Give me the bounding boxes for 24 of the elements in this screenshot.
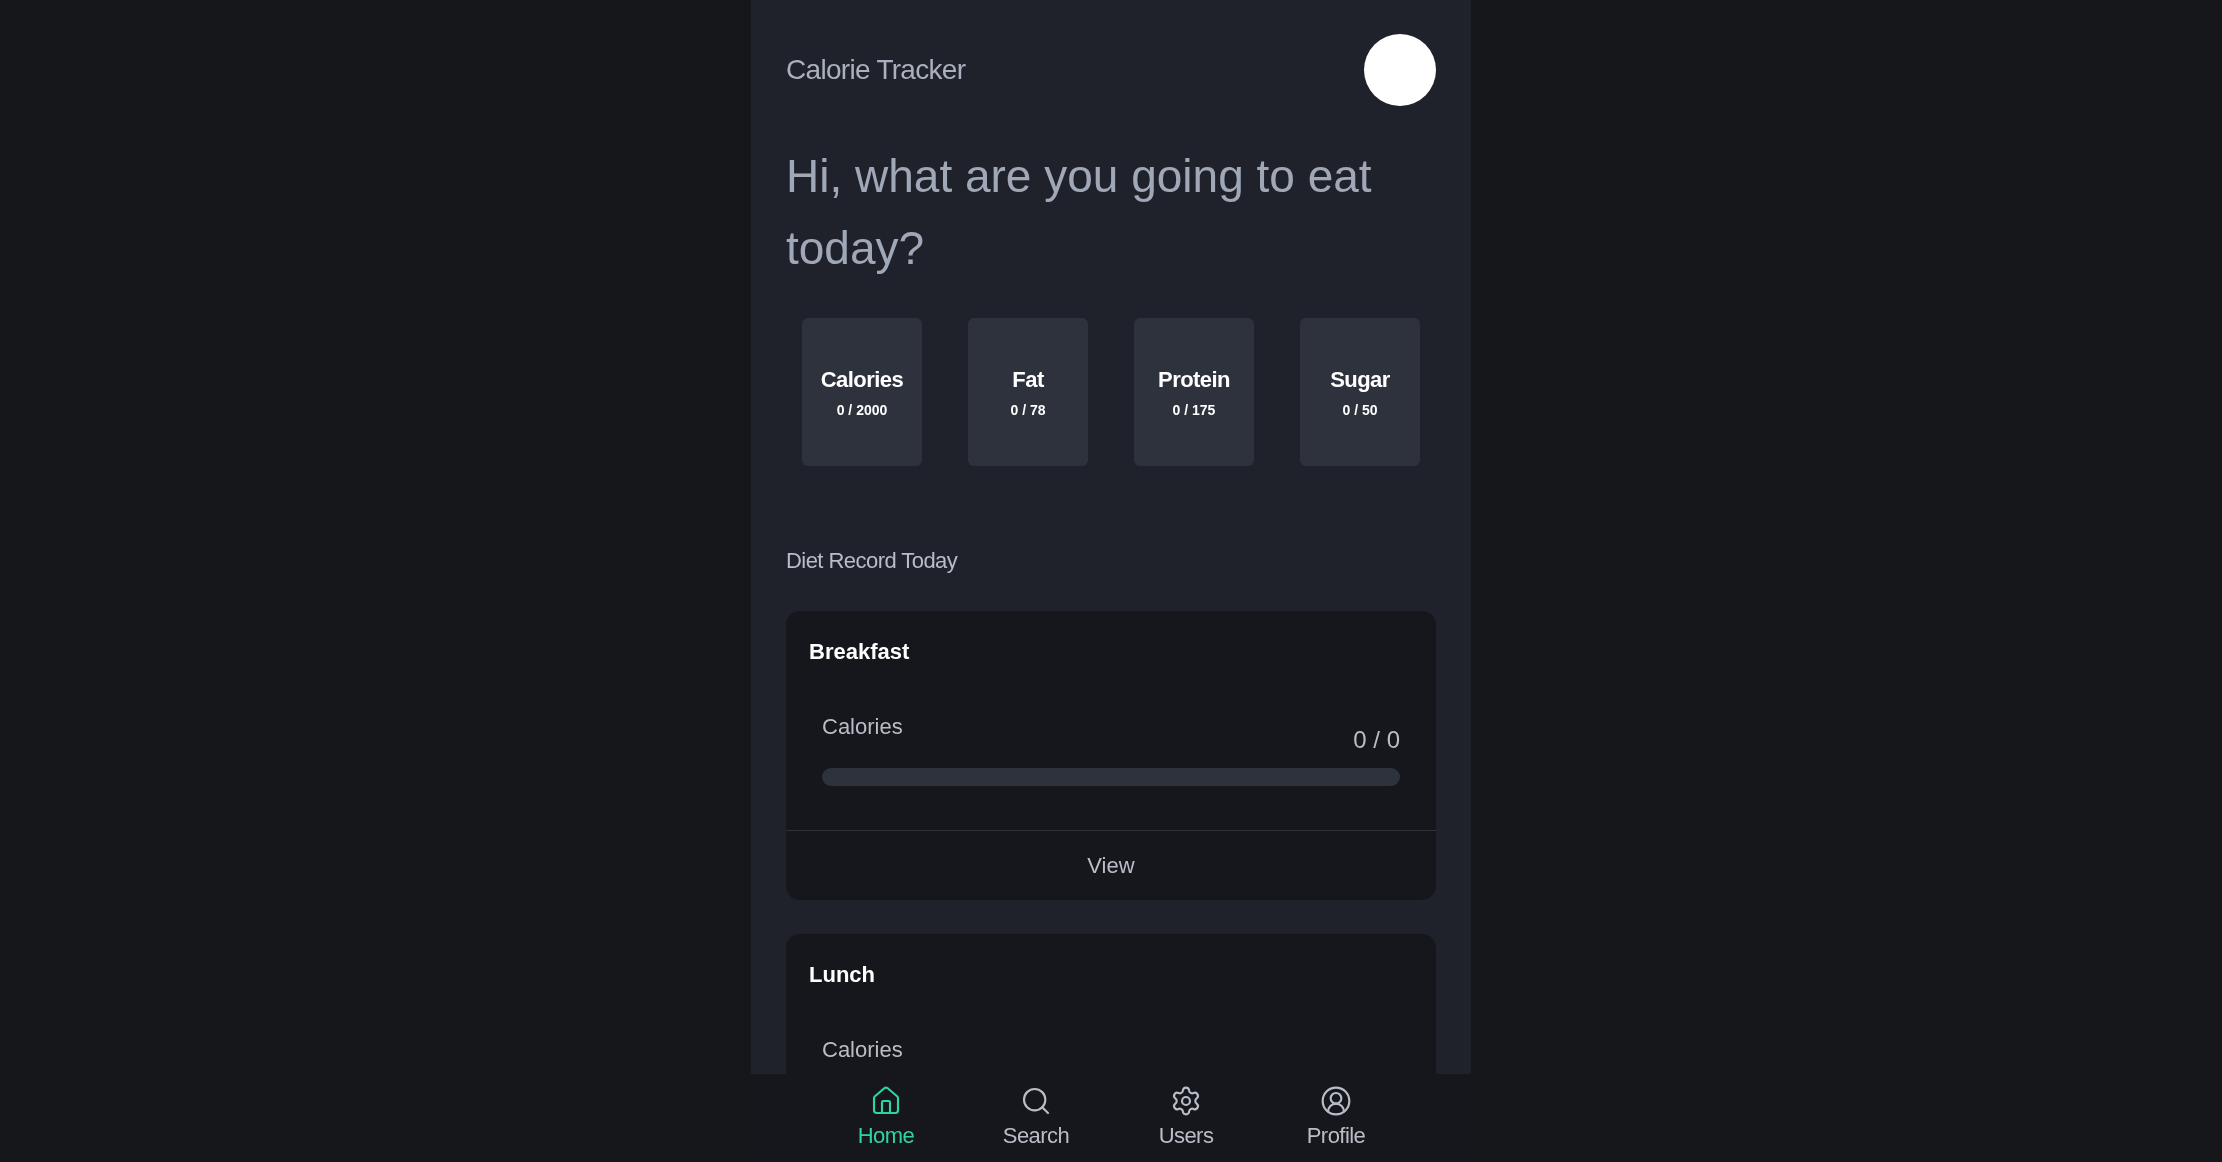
stat-label: Fat (1012, 366, 1044, 394)
stat-value: 0 / 2000 (836, 401, 888, 420)
view-button[interactable]: View (1087, 849, 1135, 882)
metric-label: Calories (822, 1036, 903, 1064)
stat-label: Sugar (1330, 366, 1390, 394)
gear-icon (1170, 1084, 1202, 1117)
stat-label: Calories (820, 366, 904, 394)
nav-tab[interactable]: Profile (1281, 1074, 1391, 1162)
stat-value: 0 / 50 (1342, 401, 1378, 420)
nav-tab[interactable]: Users (1131, 1074, 1241, 1162)
stat-value: 0 / 175 (1172, 401, 1216, 420)
nav-tab[interactable]: Search (981, 1074, 1091, 1162)
user-circle-icon (1320, 1084, 1352, 1117)
nav-tab[interactable]: Home (831, 1074, 941, 1162)
metric-reading: 0 / 0 (1353, 725, 1400, 755)
meal-title: Breakfast (809, 639, 910, 664)
metric-label: Calories (822, 713, 903, 741)
stat-value: 0 / 78 (1010, 401, 1046, 420)
home-icon (870, 1084, 902, 1117)
stat-label: Protein (1158, 366, 1230, 394)
section-title: Diet Record Today (786, 548, 958, 573)
greeting-heading: Hi, what are you going to eat today? (786, 149, 1373, 276)
meal-title: Lunch (809, 962, 875, 987)
app-title: Calorie Tracker (786, 53, 966, 87)
